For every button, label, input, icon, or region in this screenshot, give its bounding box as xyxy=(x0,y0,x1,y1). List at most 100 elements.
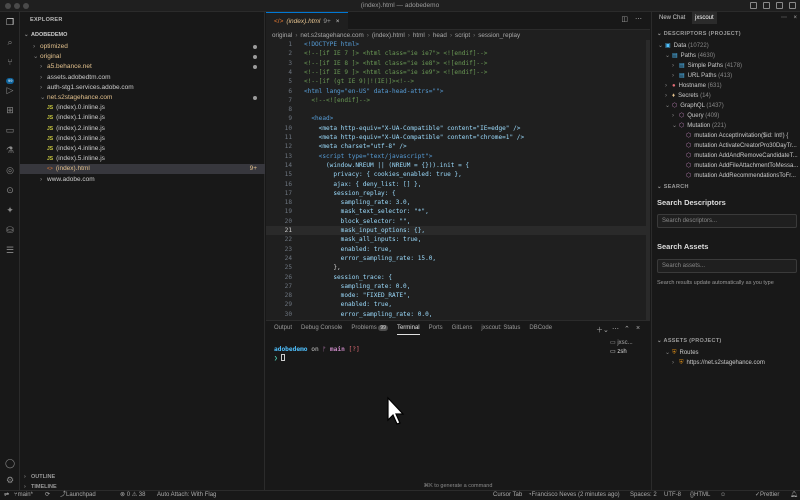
code-editor[interactable]: 1 <!DOCTYPE html> 2 <!--[if IE 7 ]> <html c… xyxy=(266,40,650,320)
breadcrumb-item[interactable]: script xyxy=(455,32,470,39)
panel-tab[interactable]: Terminal xyxy=(396,325,420,335)
extensions-icon[interactable]: ⊞ xyxy=(4,104,16,116)
panel-tab[interactable]: DBCode xyxy=(529,325,552,335)
gitlens-icon[interactable]: ◎ xyxy=(4,164,16,176)
source-control-icon[interactable]: ⑂ xyxy=(4,56,16,68)
tree-item[interactable]: › assets.adobedtm.com xyxy=(20,73,265,83)
descriptor-item[interactable]: ⬡ mutation AcceptInvitation($id: Int!) { xyxy=(652,131,800,141)
asset-item[interactable]: › ⛨ https://net.s2stagehance.com xyxy=(652,358,800,368)
panel-more-icon[interactable]: ⋯ xyxy=(781,12,787,24)
tree-item[interactable]: › a5.behance.net xyxy=(20,62,265,72)
tree-item[interactable]: ⌄ net.s2stagehance.com xyxy=(20,93,265,103)
terminal-output[interactable]: adobedemo on ᚠ main [?] ❯ xyxy=(274,345,360,363)
more-actions-icon[interactable]: ⋯ xyxy=(635,15,642,23)
tree-item[interactable]: JS (index).4.inline.js xyxy=(20,144,265,154)
run-debug-icon[interactable]: ▷ xyxy=(4,84,16,96)
prettier-status[interactable]: ✓ Prettier xyxy=(755,491,779,500)
auto-attach-status[interactable]: Auto Attach: With Flag xyxy=(157,491,216,500)
search-descriptors-input[interactable]: Search descriptors... xyxy=(657,214,797,228)
panel-tab[interactable]: Output xyxy=(274,325,292,335)
descriptor-item[interactable]: ⬡ mutation AddRecommendationsToFr... xyxy=(652,171,800,181)
descriptor-item[interactable]: ⌄ ▣ Data (10722) xyxy=(652,41,800,51)
problems-status[interactable]: ⊗ 0 ⚠ 38 xyxy=(120,491,145,500)
panel-tab[interactable]: Problems 99 xyxy=(351,325,388,335)
indentation-status[interactable]: Spaces: 2 xyxy=(630,491,657,500)
search-section-title[interactable]: ⌄ SEARCH xyxy=(657,184,689,190)
tree-item[interactable]: JS (index).5.inline.js xyxy=(20,154,265,164)
terminal-instance[interactable]: ▭ zsh xyxy=(610,348,650,357)
layout-panel-icon[interactable] xyxy=(763,2,770,9)
list-icon[interactable]: ☰ xyxy=(4,244,16,256)
git-blame-status[interactable]: ◔ Francisco Neves (2 minutes ago) xyxy=(528,491,620,500)
layout-sidebar-icon[interactable] xyxy=(750,2,757,9)
outline-section[interactable]: › OUTLINE xyxy=(20,472,265,482)
tab-jxscout[interactable]: jxscout xyxy=(692,12,717,24)
remote-explorer-icon[interactable]: ▭ xyxy=(4,124,16,136)
descriptor-item[interactable]: ⌄ ⬡ Mutation (221) xyxy=(652,121,800,131)
sync-icon[interactable]: ⟳ xyxy=(45,491,50,500)
breadcrumb-item[interactable]: (index).html xyxy=(372,32,405,39)
terminal-instance[interactable]: ▭ jxsc... xyxy=(610,339,650,348)
maximize-panel-icon[interactable]: ⌃ xyxy=(624,325,630,333)
tree-item[interactable]: JS (index).2.inline.js xyxy=(20,124,265,134)
descriptor-item[interactable]: ⬡ mutation AddAndRemoveCandidateT... xyxy=(652,151,800,161)
explorer-icon[interactable]: ❐ xyxy=(4,16,16,28)
tree-item[interactable]: › optimized xyxy=(20,42,265,52)
customize-layout-icon[interactable] xyxy=(789,2,796,9)
descriptor-item[interactable]: ⌄ ▤ Paths (4630) xyxy=(652,51,800,61)
settings-gear-icon[interactable]: ⚙ xyxy=(4,474,16,486)
close-tab-icon[interactable]: × xyxy=(336,18,340,25)
descriptor-item[interactable]: ⌄ ⬡ GraphQL (1437) xyxy=(652,101,800,111)
tab-new-chat[interactable]: New Chat xyxy=(659,12,685,24)
descriptor-item[interactable]: › ▤ URL Paths (413) xyxy=(652,71,800,81)
layout-auxbar-icon[interactable] xyxy=(776,2,783,9)
account-icon[interactable]: ◯ xyxy=(4,457,16,469)
assets-section-title[interactable]: ⌄ ASSETS (PROJECT) xyxy=(657,338,722,344)
tab-index-html[interactable]: </> (index).html 9+ × xyxy=(266,12,348,30)
cursor-tab-status[interactable]: Cursor Tab xyxy=(493,491,522,500)
descriptor-item[interactable]: › ▤ Simple Paths (4178) xyxy=(652,61,800,71)
breadcrumb-item[interactable]: original xyxy=(272,32,292,39)
jxscout-icon[interactable]: ✦ xyxy=(4,204,16,216)
scrollbar[interactable] xyxy=(646,40,650,320)
breadcrumb-item[interactable]: html xyxy=(413,32,425,39)
database-icon[interactable]: ⛁ xyxy=(4,224,16,236)
panel-tab[interactable]: Debug Console xyxy=(301,325,342,335)
remote-indicator-icon[interactable]: ⇌ xyxy=(4,491,9,500)
tree-item[interactable]: › www.adobe.com xyxy=(20,175,265,185)
breadcrumb-item[interactable]: net.s2stagehance.com xyxy=(300,32,363,39)
breadcrumb-item[interactable]: head xyxy=(433,32,447,39)
timeline-icon[interactable]: ⊙ xyxy=(4,184,16,196)
search-icon[interactable]: ⌕ xyxy=(4,36,16,48)
tree-item[interactable]: › auth-stg1.services.adobe.com xyxy=(20,83,265,93)
tree-item[interactable]: JS (index).0.inline.js xyxy=(20,103,265,113)
branch-status[interactable]: ⑂ main* xyxy=(14,491,33,500)
kill-terminal-icon[interactable]: ⋯ xyxy=(612,325,619,333)
descriptor-item[interactable]: ⬡ mutation ActivateCreatorPro30DayTr... xyxy=(652,141,800,151)
tree-item[interactable]: JS (index).3.inline.js xyxy=(20,134,265,144)
breadcrumb-item[interactable]: session_replay xyxy=(478,32,520,39)
split-editor-icon[interactable]: ◫ xyxy=(621,15,628,23)
new-terminal-icon[interactable]: ＋⌄ xyxy=(596,325,609,335)
language-status[interactable]: {} HTML xyxy=(690,491,710,500)
search-assets-input[interactable]: Search assets... xyxy=(657,259,797,273)
close-panel-icon[interactable]: × xyxy=(636,325,640,332)
tree-item[interactable]: ⌄ original xyxy=(20,52,265,62)
descriptors-section-title[interactable]: ⌄ DESCRIPTORS (PROJECT) xyxy=(657,31,741,37)
panel-tab[interactable]: Ports xyxy=(429,325,443,335)
encoding-status[interactable]: UTF-8 xyxy=(664,491,681,500)
testing-icon[interactable]: ⚗ xyxy=(4,144,16,156)
descriptor-item[interactable]: ⬡ mutation AddFileAttachmentToMessa... xyxy=(652,161,800,171)
descriptor-item[interactable]: › ♦ Secrets (14) xyxy=(652,91,800,101)
descriptor-item[interactable]: › ● Hostname (631) xyxy=(652,81,800,91)
notifications-icon[interactable]: 🔔︎ xyxy=(790,491,798,500)
tree-item[interactable]: <> (index).html 9+ xyxy=(20,164,265,175)
launchpad-status[interactable]: ⤴ Launchpad xyxy=(60,491,96,500)
tree-item[interactable]: JS (index).1.inline.js xyxy=(20,113,265,123)
panel-tab[interactable]: GitLens xyxy=(452,325,473,335)
panel-tab[interactable]: jxscout: Status xyxy=(481,325,520,335)
feedback-icon[interactable]: ☺ xyxy=(720,491,726,500)
descriptor-item[interactable]: › ⬡ Query (409) xyxy=(652,111,800,121)
workspace-root[interactable]: ⌄ ADOBEDEMO xyxy=(20,30,265,40)
close-sidebar-icon[interactable]: × xyxy=(793,12,797,24)
